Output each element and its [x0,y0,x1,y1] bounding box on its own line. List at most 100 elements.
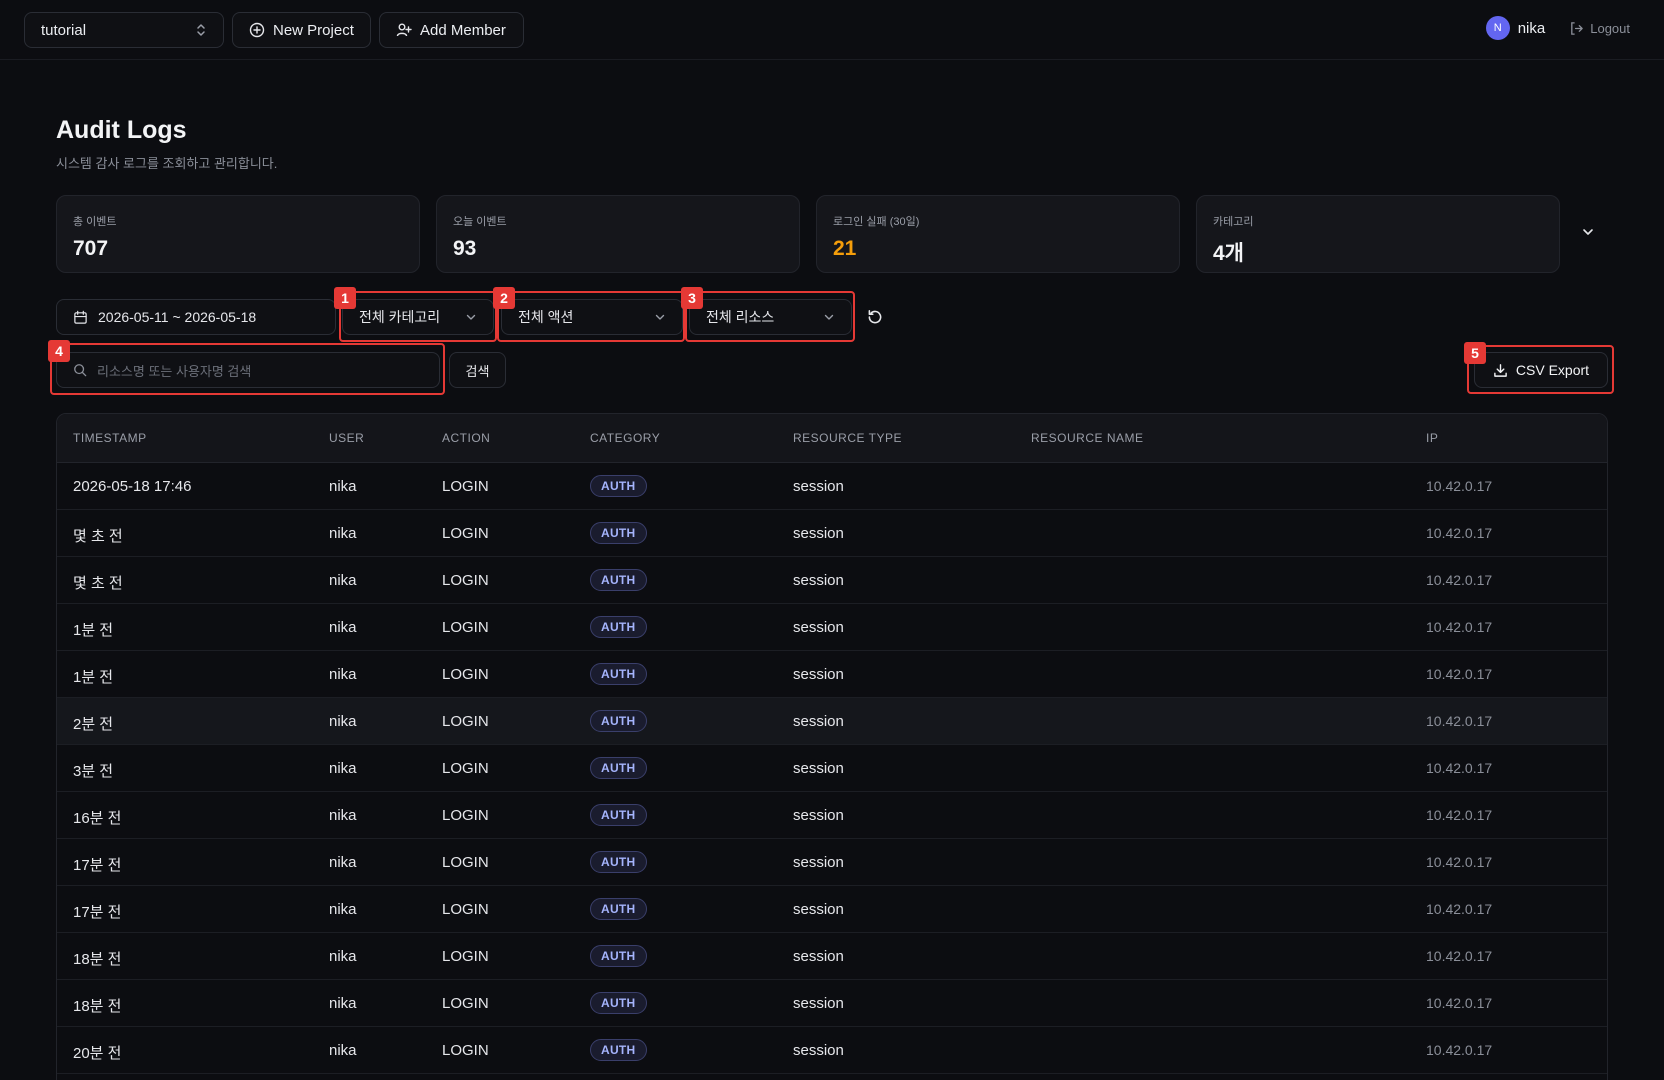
cell-user: nika [329,760,357,777]
resource-filter-select[interactable]: 전체 리소스 [689,299,852,335]
new-project-button[interactable]: New Project [232,12,371,48]
add-member-label: Add Member [420,21,506,39]
table-row[interactable]: 3분 전 nika LOGIN AUTH session 10.42.0.17 [57,745,1607,792]
cell-action: LOGIN [442,901,489,918]
user-plus-icon [396,22,412,38]
stat-value: 707 [73,237,109,260]
cell-resource-type: session [793,948,844,965]
cell-category-badge: AUTH [590,898,647,920]
add-member-button[interactable]: Add Member [379,12,524,48]
column-header-ip[interactable]: IP [1426,431,1438,445]
table-row[interactable]: 20분 전 nika LOGIN AUTH session 10.42.0.17 [57,1027,1607,1074]
reset-filters-icon[interactable] [866,308,886,328]
cell-action: LOGIN [442,478,489,495]
search-input[interactable]: 리소스명 또는 사용자명 검색 [97,361,251,380]
csv-export-button[interactable]: CSV Export [1474,352,1608,388]
cell-resource-type: session [793,666,844,683]
cell-timestamp: 18분 전 [73,998,122,1015]
cell-category-badge: AUTH [590,710,647,732]
table-row[interactable]: 2분 전 nika LOGIN AUTH session 10.42.0.17 [57,698,1607,745]
download-icon [1493,363,1508,378]
page-title: Audit Logs [56,116,187,144]
logout-label: Logout [1590,20,1630,36]
cell-user: nika [329,995,357,1012]
cell-ip: 10.42.0.17 [1426,666,1493,682]
username: nika [1517,19,1546,37]
table-row[interactable]: 몇 초 전 nika LOGIN AUTH session 10.42.0.17 [57,557,1607,604]
cell-action: LOGIN [442,995,489,1012]
column-header-resource-name[interactable]: RESOURCE NAME [1031,431,1144,445]
cell-ip: 10.42.0.17 [1426,572,1493,588]
cell-timestamp: 20분 전 [73,1045,122,1062]
cell-category-badge: AUTH [590,804,647,826]
chevron-down-icon [823,311,835,323]
cell-category-badge: AUTH [590,475,647,497]
table-row[interactable]: 18분 전 nika LOGIN AUTH session 10.42.0.17 [57,980,1607,1027]
project-select[interactable]: tutorial [24,12,224,48]
action-filter-select[interactable]: 전체 액션 [501,299,683,335]
column-header-user[interactable]: USER [329,431,364,445]
chevron-up-down-icon [195,23,207,37]
cell-action: LOGIN [442,666,489,683]
cell-action: LOGIN [442,854,489,871]
cell-category-badge: AUTH [590,1039,647,1061]
cell-resource-type: session [793,1042,844,1059]
stat-card-total-events: 총 이벤트 707 [56,195,420,273]
column-header-action[interactable]: ACTION [442,431,490,445]
cell-timestamp: 1분 전 [73,622,114,639]
category-filter-select[interactable]: 전체 카테고리 [342,299,494,335]
search-icon [73,363,87,377]
csv-export-label: CSV Export [1515,362,1590,378]
cell-resource-type: session [793,760,844,777]
cell-resource-type: session [793,713,844,730]
date-range-picker[interactable]: 2026-05-11 ~ 2026-05-18 [56,299,336,335]
cell-category-badge: AUTH [590,522,647,544]
cell-action: LOGIN [442,948,489,965]
search-field[interactable]: 리소스명 또는 사용자명 검색 [56,352,440,388]
collapse-stats-chevron-icon[interactable] [1580,224,1596,240]
search-button[interactable]: 검색 [449,352,506,388]
cell-timestamp: 17분 전 [73,857,122,874]
avatar[interactable]: N [1485,16,1510,40]
stat-card-categories: 카테고리 4개 [1196,195,1560,273]
column-header-category[interactable]: CATEGORY [590,431,660,445]
page-subtitle: 시스템 감사 로그를 조회하고 관리합니다. [56,156,278,171]
resource-filter-value: 전체 리소스 [706,309,775,325]
cell-resource-type: session [793,901,844,918]
stat-value: 21 [833,237,857,260]
stat-value: 4개 [1213,242,1244,265]
cell-action: LOGIN [442,713,489,730]
cell-timestamp: 몇 초 전 [73,575,123,592]
cell-user: nika [329,619,357,636]
cell-user: nika [329,901,357,918]
stat-card-login-failures: 로그인 실패 (30일) 21 [816,195,1180,273]
table-body: 2026-05-18 17:46 nika LOGIN AUTH session 10.4… [57,463,1607,1074]
column-header-resource-type[interactable]: RESOURCE TYPE [793,431,902,445]
table-row[interactable]: 몇 초 전 nika LOGIN AUTH session 10.42.0.17 [57,510,1607,557]
logout-button[interactable]: Logout [1569,21,1630,36]
cell-user: nika [329,525,357,542]
table-row[interactable]: 17분 전 nika LOGIN AUTH session 10.42.0.17 [57,886,1607,933]
action-filter-value: 전체 액션 [518,309,574,325]
table-row[interactable]: 2026-05-18 17:46 nika LOGIN AUTH session 10.4… [57,463,1607,510]
cell-resource-type: session [793,572,844,589]
cell-action: LOGIN [442,807,489,824]
cell-category-badge: AUTH [590,569,647,591]
table-row[interactable]: 1분 전 nika LOGIN AUTH session 10.42.0.17 [57,651,1607,698]
new-project-label: New Project [273,21,354,39]
table-row[interactable]: 16분 전 nika LOGIN AUTH session 10.42.0.17 [57,792,1607,839]
annotation-badge-4: 4 [48,340,70,362]
cell-timestamp: 2026-05-18 17:46 [73,478,192,495]
cell-ip: 10.42.0.17 [1426,901,1493,917]
cell-ip: 10.42.0.17 [1426,713,1493,729]
cell-category-badge: AUTH [590,851,647,873]
cell-ip: 10.42.0.17 [1426,1042,1493,1058]
cell-category-badge: AUTH [590,616,647,638]
stat-label: 로그인 실패 (30일) [833,216,920,228]
table-row[interactable]: 17분 전 nika LOGIN AUTH session 10.42.0.17 [57,839,1607,886]
cell-user: nika [329,948,357,965]
table-row[interactable]: 1분 전 nika LOGIN AUTH session 10.42.0.17 [57,604,1607,651]
table-row[interactable]: 18분 전 nika LOGIN AUTH session 10.42.0.17 [57,933,1607,980]
cell-resource-type: session [793,478,844,495]
column-header-timestamp[interactable]: TIMESTAMP [73,431,147,445]
